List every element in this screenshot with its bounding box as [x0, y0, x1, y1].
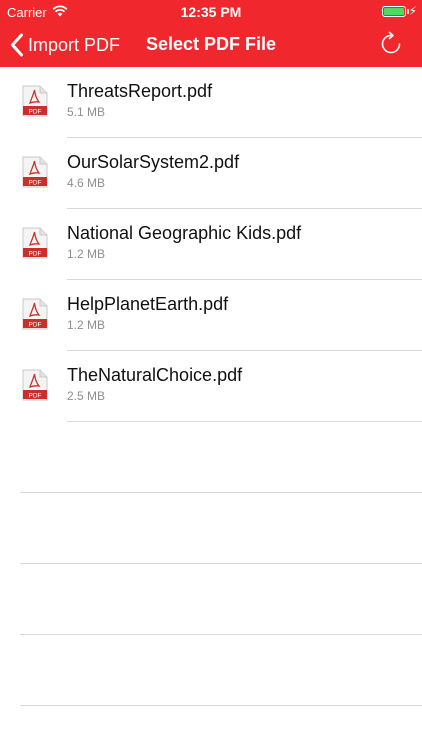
- file-row[interactable]: PDF HelpPlanetEarth.pdf 1.2 MB: [0, 280, 422, 351]
- file-name: National Geographic Kids.pdf: [67, 223, 302, 243]
- battery-level: [384, 8, 404, 15]
- status-time: 12:35 PM: [180, 4, 242, 20]
- file-row[interactable]: PDF OurSolarSystem2.pdf 4.6 MB: [0, 138, 422, 209]
- file-row[interactable]: PDF National Geographic Kids.pdf 1.2 MB: [0, 209, 422, 280]
- file-name: ThreatsReport.pdf: [67, 81, 213, 101]
- pdf-file-icon: PDF: [22, 298, 48, 330]
- pdf-badge-label: PDF: [29, 393, 42, 400]
- pdf-file-icon: PDF: [22, 369, 48, 401]
- pdf-file-icon: PDF: [22, 85, 48, 117]
- file-list: PDF ThreatsReport.pdf 5.1 MB PDF OurSola…: [0, 67, 422, 422]
- pdf-file-icon: PDF: [22, 227, 48, 259]
- pdf-badge-label: PDF: [29, 180, 42, 187]
- file-name: HelpPlanetEarth.pdf: [67, 294, 229, 314]
- pdf-badge-label: PDF: [29, 322, 42, 329]
- page-title: Select PDF File: [145, 34, 277, 54]
- charging-icon: ⚡: [408, 4, 417, 18]
- file-row[interactable]: PDF ThreatsReport.pdf 5.1 MB: [0, 67, 422, 138]
- navigation-bar: Import PDF Select PDF File: [0, 24, 422, 67]
- refresh-icon[interactable]: [378, 31, 404, 57]
- battery-icon: [382, 6, 406, 17]
- file-name: OurSolarSystem2.pdf: [67, 152, 240, 172]
- empty-row-separator: [20, 563, 422, 564]
- status-bar: Carrier 12:35 PM ⚡: [0, 0, 422, 24]
- file-size: 1.2 MB: [67, 247, 106, 261]
- file-name: TheNaturalChoice.pdf: [67, 365, 243, 385]
- pdf-badge-label: PDF: [29, 251, 42, 258]
- empty-row-separator: [20, 492, 422, 493]
- empty-row-separator: [20, 705, 422, 706]
- row-separator: [67, 421, 422, 422]
- empty-row-separator: [20, 634, 422, 635]
- pdf-file-icon: PDF: [22, 156, 48, 188]
- file-row[interactable]: PDF TheNaturalChoice.pdf 2.5 MB: [0, 351, 422, 422]
- file-size: 5.1 MB: [67, 105, 106, 119]
- file-size: 2.5 MB: [67, 389, 106, 403]
- pdf-badge-label: PDF: [29, 109, 42, 116]
- file-size: 1.2 MB: [67, 318, 106, 332]
- file-size: 4.6 MB: [67, 176, 106, 190]
